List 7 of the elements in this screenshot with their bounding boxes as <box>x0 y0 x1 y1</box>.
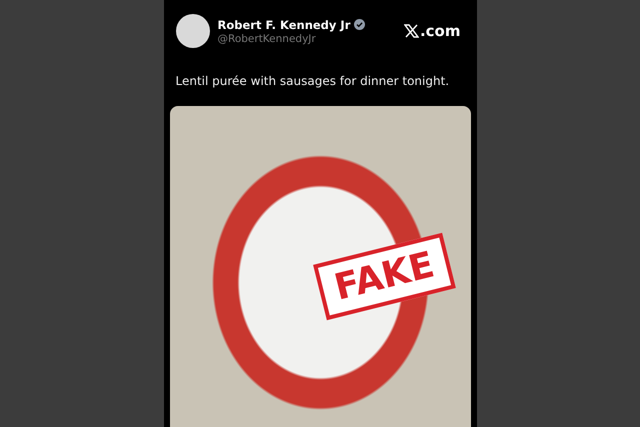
avatar[interactable] <box>176 14 210 48</box>
post-text: Lentil purée with sausages for dinner tonight. <box>176 74 450 88</box>
fake-stamp: FAKE <box>312 232 456 320</box>
x-logo-icon <box>404 24 419 38</box>
author-name[interactable]: Robert F. Kennedy Jr <box>218 18 350 32</box>
site-name: .com <box>420 22 460 40</box>
author-handle[interactable]: @RobertKennedyJr <box>218 32 396 44</box>
